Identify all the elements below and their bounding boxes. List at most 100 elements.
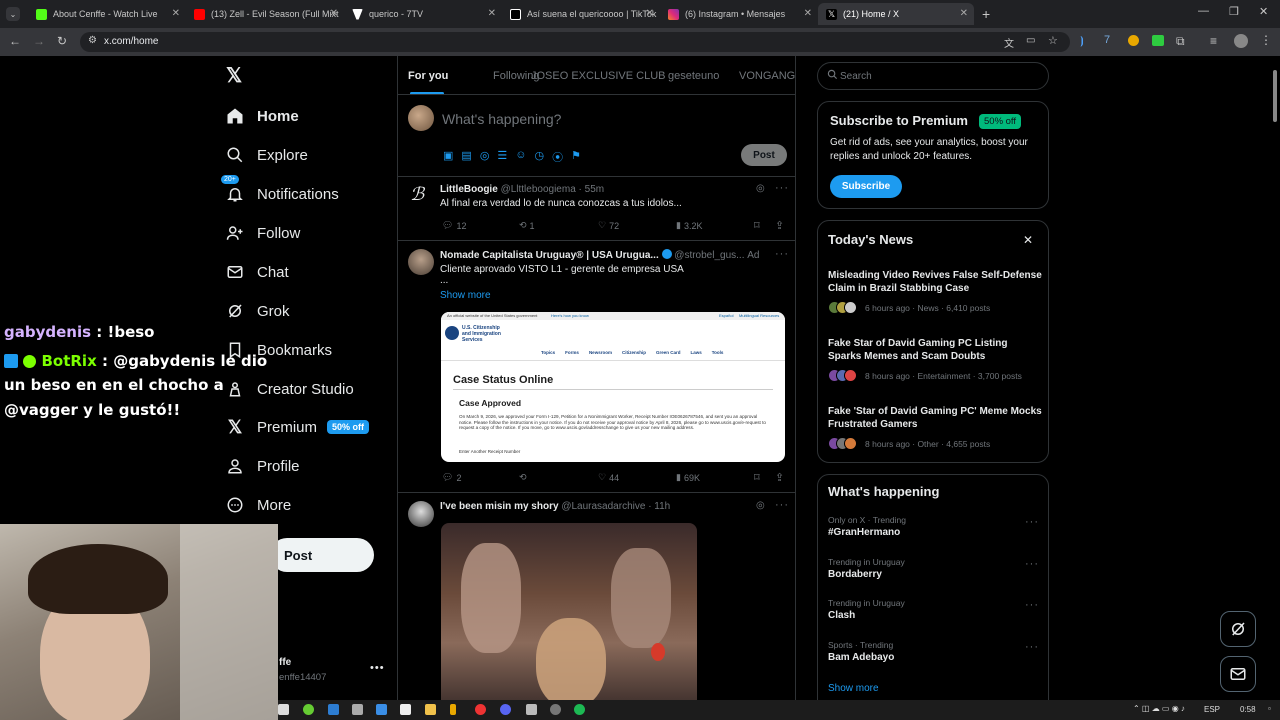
tweet-image-party-photo[interactable] [441, 523, 697, 720]
like-button[interactable]: ♡ 72 [598, 220, 619, 231]
reload-icon[interactable]: ↻ [57, 34, 67, 48]
compose-post-button[interactable]: Post [741, 144, 787, 166]
close-icon[interactable]: ✕ [960, 8, 968, 19]
flag-icon[interactable]: ⚑ [571, 149, 581, 165]
sidebar-item-creator-studio[interactable]: Creator Studio [225, 374, 354, 404]
site-info-icon[interactable]: ⚙ [88, 35, 97, 46]
tweet-author[interactable]: Nomade Capitalista Uruguay® | USA Urugua… [440, 249, 760, 261]
sidebar-item-explore[interactable]: Explore [225, 140, 308, 170]
tab-tiktok[interactable]: Así suena el quericoooo | TikTok ✕ [502, 3, 660, 25]
sidebar-item-premium[interactable]: 𝕏 Premium 50% off [225, 412, 370, 442]
close-icon[interactable]: ✕ [488, 8, 496, 19]
language-indicator[interactable]: ESP [1204, 705, 1220, 714]
restore-icon[interactable]: ❐ [1229, 5, 1239, 18]
profile-avatar[interactable] [1234, 34, 1248, 48]
sidebar-item-chat[interactable]: Chat [225, 257, 289, 287]
tab-groups-icon[interactable]: ≡ [1210, 34, 1217, 48]
taskbar-app-icon[interactable] [550, 704, 561, 715]
tweet-more-icon[interactable]: ··· [775, 182, 789, 194]
taskbar-app-icon[interactable] [526, 704, 537, 715]
scrollbar-thumb[interactable] [1273, 70, 1277, 122]
address-bar[interactable]: ⚙ x.com/home 文 ▭ ☆ [80, 32, 1070, 52]
sidebar-item-home[interactable]: Home [225, 101, 299, 131]
post-button[interactable]: Post [270, 538, 374, 572]
trend-name[interactable]: Bordaberry [828, 569, 882, 580]
clock[interactable]: 0:58 [1240, 705, 1256, 714]
trend-more-icon[interactable]: ··· [1025, 558, 1039, 570]
location-icon[interactable]: ⦿ [552, 149, 563, 165]
taskbar-app-icon[interactable] [278, 704, 289, 715]
tab-geseteuno[interactable]: geseteuno [668, 70, 719, 82]
bookmark-icon[interactable]: ⌑ [754, 219, 760, 232]
bookmark-star-icon[interactable]: ☆ [1048, 34, 1058, 47]
trend-name[interactable]: Bam Adebayo [828, 652, 894, 663]
share-icon[interactable]: ⇪ [775, 219, 784, 232]
image-icon[interactable]: ▣ [443, 149, 453, 165]
tab-youtube[interactable]: (13) Zell - Evil Season (Full Mixt ✕ [186, 3, 344, 25]
extensions-puzzle-icon[interactable]: ⧉ [1176, 34, 1185, 49]
taskbar-app-icon[interactable] [400, 704, 411, 715]
show-more-link[interactable]: Show more [828, 683, 879, 694]
subscribe-button[interactable]: Subscribe [830, 175, 902, 198]
close-icon[interactable]: ✕ [172, 8, 180, 19]
trend-name[interactable]: #GranHermano [828, 527, 900, 538]
minimize-icon[interactable]: — [1198, 5, 1209, 17]
discord-icon[interactable] [500, 704, 511, 715]
sidebar-item-profile[interactable]: Profile [225, 451, 300, 481]
bookmark-icon[interactable]: ⌑ [754, 471, 760, 484]
translate-icon[interactable]: 文 [1004, 35, 1014, 50]
tab-for-you[interactable]: For you [408, 70, 448, 82]
taskbar-app-icon[interactable] [328, 704, 339, 715]
reply-button[interactable]: 💬︎ 12 [442, 220, 466, 231]
views-button[interactable]: ▮ 3.2K [676, 220, 702, 231]
avatar[interactable] [408, 105, 434, 131]
tab-instagram[interactable]: (6) Instagram • Mensajes ✕ [660, 3, 818, 25]
tab-7tv[interactable]: querico - 7TV ✕ [344, 3, 502, 25]
taskbar-app-icon[interactable] [450, 704, 456, 715]
browser-menu-icon[interactable]: ⋮ [1260, 33, 1272, 47]
account-menu-icon[interactable]: ••• [370, 662, 385, 674]
like-button[interactable]: ♡ 44 [598, 472, 619, 483]
poll-icon[interactable]: ☰ [497, 149, 507, 165]
taskbar-app-icon[interactable] [352, 704, 363, 715]
tweet-more-icon[interactable]: ··· [775, 248, 789, 260]
grok-icon[interactable]: ◎ [756, 500, 766, 511]
tray-icons[interactable]: ⌃ ◫ ☁ ▭ ◉ ♪ [1133, 704, 1185, 713]
schedule-icon[interactable]: ◷ [535, 149, 545, 165]
repost-button[interactable]: ⟲ [519, 472, 530, 483]
close-icon[interactable]: ✕ [646, 8, 654, 19]
close-icon[interactable]: ✕ [330, 8, 338, 19]
taskbar-app-icon[interactable] [376, 704, 387, 715]
repost-button[interactable]: ⟲ 1 [519, 220, 535, 231]
grok-icon[interactable]: ◎ [756, 183, 766, 194]
news-headline[interactable]: Fake Star of David Gaming PC Listing Spa… [828, 337, 1043, 363]
show-more-link[interactable]: Show more [440, 290, 491, 301]
tab-kick[interactable]: About Cenffe - Watch Live ✕ [28, 3, 186, 25]
tweet-image-uscis[interactable]: An official website of the United States… [441, 312, 785, 462]
tab-vongang[interactable]: VONGANG [739, 70, 795, 82]
folder-icon[interactable] [425, 704, 436, 715]
tweet-author[interactable]: LittleBoogie @Llttleboogiema · 55m [440, 184, 604, 195]
search-input[interactable]: Search [817, 62, 1049, 90]
reply-button[interactable]: 💬︎ 2 [442, 472, 461, 483]
tweet-author[interactable]: I've been misin my shory @Laurasadarchiv… [440, 501, 670, 512]
trend-more-icon[interactable]: ··· [1025, 641, 1039, 653]
close-icon[interactable]: ✕ [804, 8, 812, 19]
extension-7tv-icon[interactable]: 7 [1104, 34, 1110, 46]
notifications-icon[interactable]: ▫ [1268, 704, 1271, 713]
news-headline[interactable]: Fake 'Star of David Gaming PC' Meme Mock… [828, 405, 1043, 431]
trend-more-icon[interactable]: ··· [1025, 516, 1039, 528]
sidebar-item-grok[interactable]: Grok [225, 296, 290, 326]
emoji-icon[interactable]: ☺ [515, 149, 526, 165]
tab-search-icon[interactable]: ⌄ [6, 7, 20, 21]
extension-icon[interactable] [1128, 35, 1139, 46]
sidebar-item-follow[interactable]: Follow [225, 218, 300, 248]
tweet-more-icon[interactable]: ··· [775, 499, 789, 511]
avatar[interactable] [408, 501, 434, 527]
gif-icon[interactable]: ▤ [461, 149, 471, 165]
close-icon[interactable]: ✕ [1023, 233, 1033, 247]
new-tab-icon[interactable]: + [982, 6, 990, 22]
grok-icon[interactable]: ◎ [480, 149, 490, 165]
chrome-icon[interactable] [475, 704, 486, 715]
share-icon[interactable]: ⇪ [775, 471, 784, 484]
